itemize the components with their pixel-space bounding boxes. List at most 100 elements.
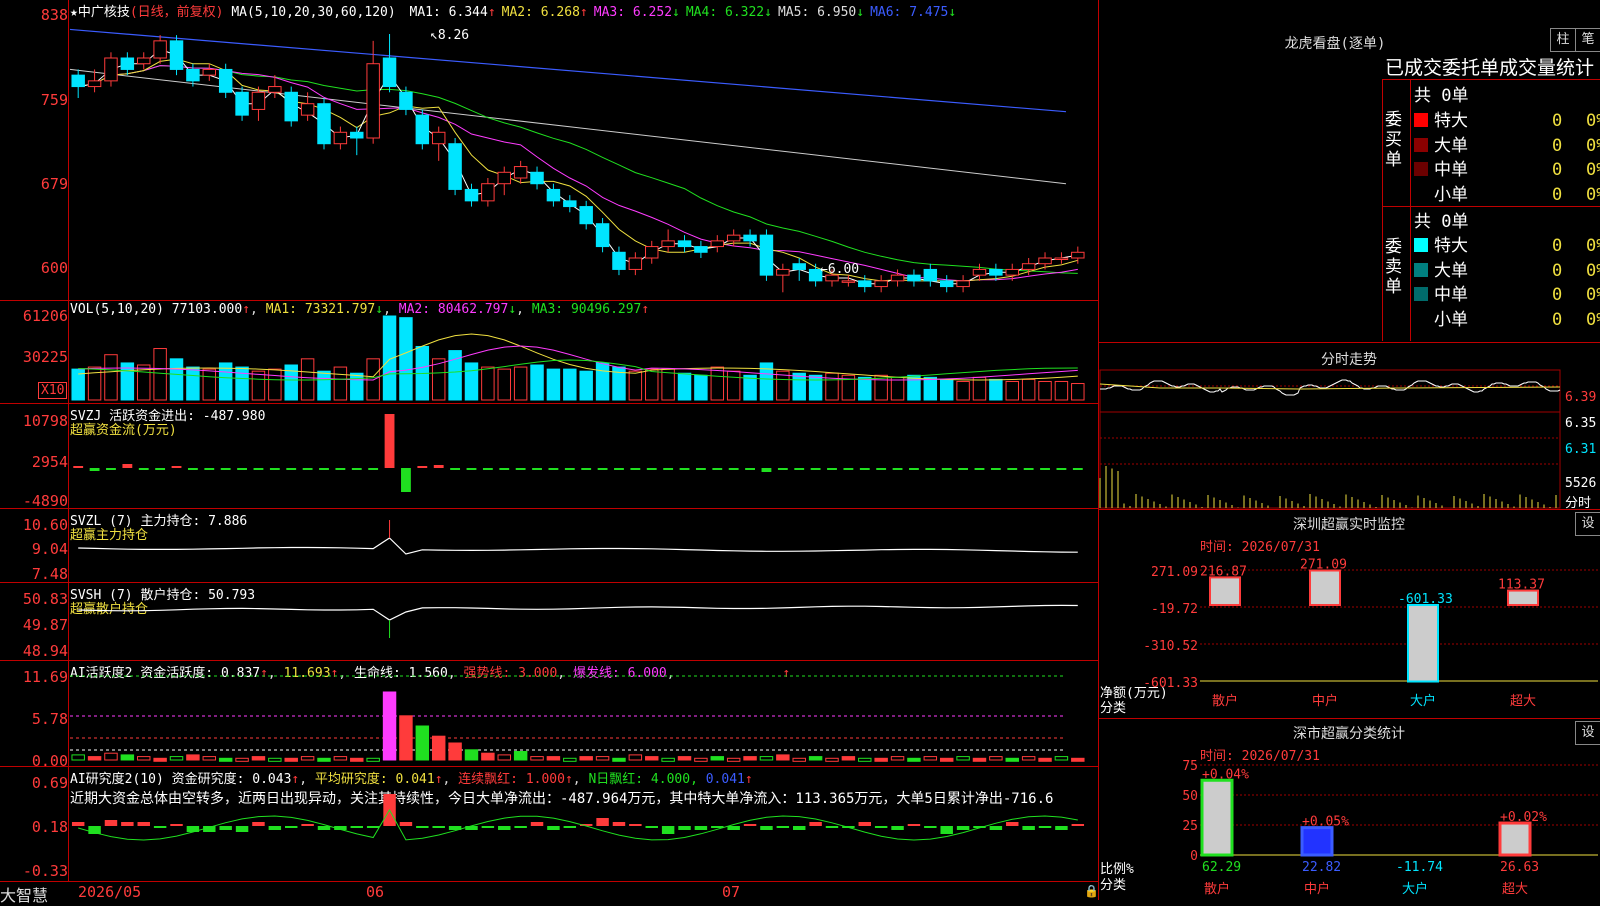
ratio-change-label: +0.02% bbox=[1500, 810, 1547, 825]
color-swatch-icon bbox=[1414, 262, 1428, 277]
candle-body bbox=[841, 280, 856, 283]
research-bar bbox=[645, 826, 658, 828]
axis-separator bbox=[68, 0, 69, 882]
net-amount-bar bbox=[1309, 569, 1341, 607]
svzl-axis-mid: 9.04 bbox=[31, 540, 68, 558]
volume-bar bbox=[333, 366, 348, 401]
research-line bbox=[78, 808, 1078, 841]
research-bar bbox=[317, 826, 331, 830]
volume-bar bbox=[939, 378, 954, 401]
lock-icon[interactable]: 🔒 bbox=[1084, 884, 1099, 898]
main-holding-chart[interactable] bbox=[70, 520, 1096, 580]
bar-value-label: -601.33 bbox=[1398, 592, 1453, 607]
fund-flow-bar bbox=[532, 468, 542, 470]
stat-label-border bbox=[1410, 79, 1411, 341]
candle-body bbox=[333, 131, 348, 145]
candle-body bbox=[153, 40, 167, 59]
volume-bar bbox=[743, 374, 757, 401]
color-swatch-icon bbox=[1414, 137, 1428, 152]
fund-flow-bar bbox=[515, 468, 526, 470]
candle-body bbox=[186, 68, 200, 82]
candle-body bbox=[251, 91, 266, 110]
net-amount-bar bbox=[1507, 589, 1539, 606]
fund-flow-chart[interactable] bbox=[70, 410, 1096, 506]
fund-flow-bar bbox=[777, 468, 788, 470]
order-pct: 0% bbox=[1586, 236, 1600, 256]
research-bar bbox=[547, 826, 560, 830]
activity-bar bbox=[1005, 757, 1019, 762]
ai-activity-chart[interactable] bbox=[70, 674, 1096, 764]
volume-bar bbox=[563, 368, 577, 401]
vol-unit-badge[interactable]: X10 bbox=[38, 382, 68, 399]
sz-net-amount-chart[interactable]: 216.87 散户 271.09 中户 -601.33 大户 113.37 超大 bbox=[1200, 555, 1598, 715]
brand-logo[interactable]: 大智慧 bbox=[0, 882, 48, 906]
candle-body bbox=[595, 223, 610, 248]
research-bar bbox=[809, 822, 822, 826]
svzj-axis-mid: 2954 bbox=[31, 453, 68, 471]
retail-holding-chart[interactable] bbox=[70, 594, 1096, 656]
research-bar bbox=[1022, 826, 1035, 830]
activity-bar bbox=[563, 757, 577, 762]
research-bar bbox=[891, 826, 904, 830]
fund-flow-bar bbox=[1056, 468, 1067, 470]
fund-flow-bar bbox=[745, 468, 755, 470]
high-price-marker: ↖8.26 bbox=[430, 28, 470, 43]
bar-value-label: 113.37 bbox=[1498, 578, 1545, 593]
intraday-chart[interactable] bbox=[1099, 369, 1565, 510]
activity-bar bbox=[300, 756, 315, 761]
candle-body bbox=[530, 171, 544, 185]
net-amount-bar bbox=[1407, 604, 1439, 683]
color-swatch-icon bbox=[1414, 113, 1428, 127]
cls-settings-button[interactable]: 设 bbox=[1575, 721, 1600, 745]
fund-flow-bar bbox=[892, 468, 903, 470]
fenshi-title: 分时走势 bbox=[1321, 352, 1377, 368]
volume-bar bbox=[87, 366, 102, 401]
activity-bar bbox=[87, 756, 102, 761]
activity-bar bbox=[726, 757, 741, 762]
ratio-value-label: 26.63 bbox=[1500, 860, 1539, 875]
fund-flow-bar bbox=[646, 468, 657, 470]
fund-flow-bar bbox=[548, 468, 559, 470]
ai-comment: 近期大资金总体由空转多，近两日出现异动，关注其持续性，今日大单净流出：-487.… bbox=[70, 791, 1054, 807]
bar-mode-button[interactable]: 柱 bbox=[1550, 28, 1576, 52]
fund-flow-bar bbox=[761, 468, 772, 472]
svzl-axis-bot: 7.48 bbox=[31, 565, 68, 583]
price-axis-838: 838 bbox=[40, 6, 68, 24]
indicator-line bbox=[78, 537, 1078, 555]
activity-bar bbox=[989, 756, 1003, 761]
pane-divider bbox=[0, 582, 1098, 583]
svzl-axis-top: 10.60 bbox=[22, 516, 68, 534]
svzj-axis-top: 10798 bbox=[22, 412, 68, 430]
volume-chart[interactable] bbox=[70, 315, 1096, 401]
research-bar bbox=[940, 826, 953, 834]
tick-mode-button[interactable]: 笔 bbox=[1575, 28, 1600, 52]
cls-ratio-chart[interactable]: +0.04% 62.29 散户 +0.05% 22.82 中户 -11.74 大户 +0.02%… bbox=[1200, 764, 1598, 900]
activity-bar bbox=[202, 756, 217, 761]
fund-flow-bar bbox=[941, 468, 952, 470]
research-bar bbox=[104, 820, 118, 826]
ai-research-axis-mid: 0.18 bbox=[31, 818, 68, 836]
research-bar bbox=[235, 826, 249, 832]
research-bar bbox=[399, 822, 413, 826]
ai-research-chart[interactable] bbox=[70, 794, 1096, 878]
stat-divider bbox=[1382, 79, 1600, 80]
activity-bar bbox=[546, 756, 561, 761]
candle-body bbox=[202, 68, 217, 76]
candle-body bbox=[382, 57, 397, 88]
candle-body bbox=[677, 240, 692, 248]
activity-bar bbox=[579, 756, 593, 761]
sz-settings-button[interactable]: 设 bbox=[1575, 512, 1600, 536]
volume-bar bbox=[972, 376, 987, 401]
activity-bar bbox=[382, 691, 397, 761]
fund-flow-bar bbox=[73, 466, 84, 468]
price-candlestick-chart[interactable] bbox=[69, 18, 1096, 298]
order-pct: 0% bbox=[1586, 309, 1600, 330]
fund-flow-bar bbox=[138, 468, 149, 470]
candle-body bbox=[563, 200, 577, 208]
ai-research-axis-bot: -0.33 bbox=[22, 862, 68, 880]
volume-bar bbox=[710, 366, 725, 401]
research-bar bbox=[268, 826, 282, 830]
fund-flow-bar bbox=[204, 468, 215, 470]
order-row: 特大 0 0% bbox=[1414, 106, 1600, 131]
candle-body bbox=[71, 74, 85, 88]
